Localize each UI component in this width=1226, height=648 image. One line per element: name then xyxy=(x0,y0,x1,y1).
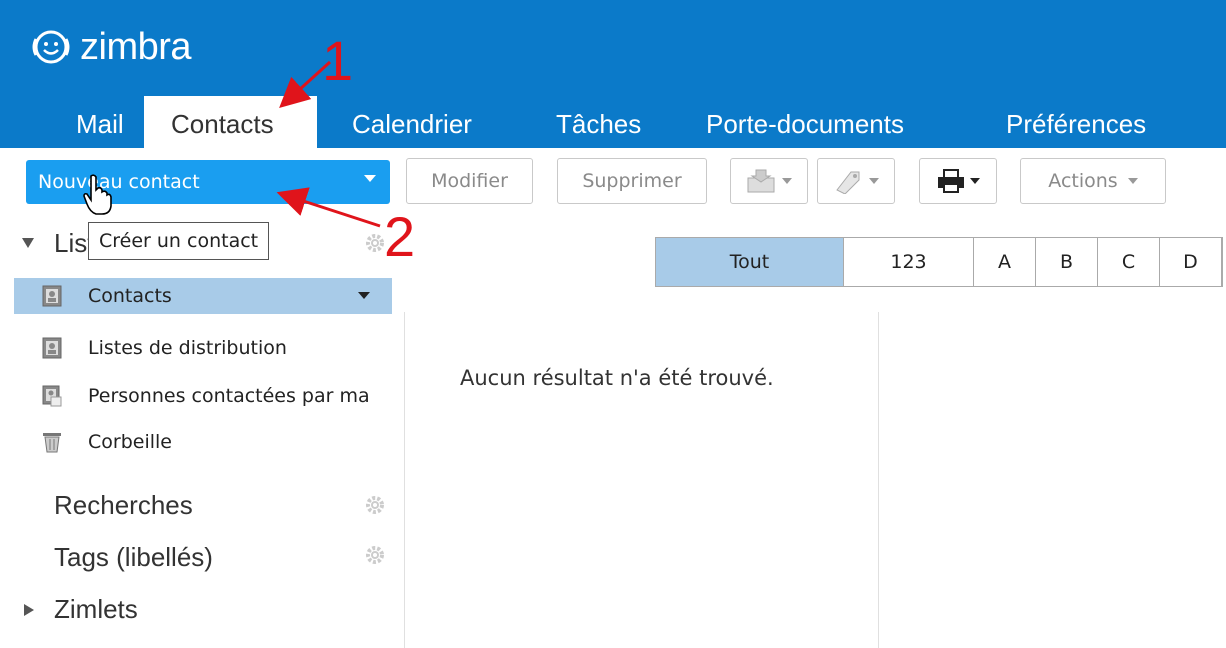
annotation-arrow-2 xyxy=(276,187,381,228)
annotation-arrow-1 xyxy=(279,60,332,109)
annotation-arrows xyxy=(276,60,381,228)
hand-cursor-icon xyxy=(83,174,112,215)
